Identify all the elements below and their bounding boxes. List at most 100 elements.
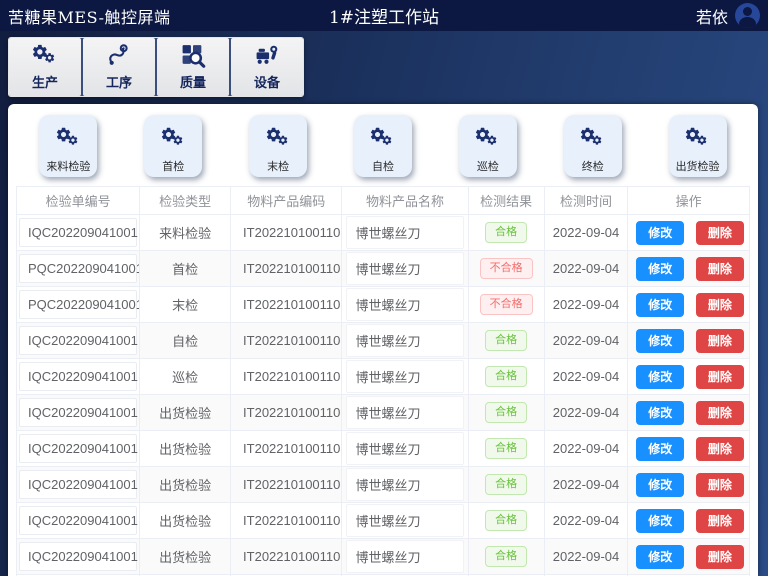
result-badge: 不合格 [480, 258, 533, 279]
inspection-order-no: IQC202209041001 [19, 398, 137, 427]
inspection-order-no: IQC202209041001 [19, 506, 137, 535]
inspection-date: 2022-09-04 [544, 503, 628, 539]
table-column-header: 检测时间 [544, 187, 628, 215]
delete-button[interactable]: 删除 [696, 329, 744, 353]
inspection-tab-button[interactable]: 自检 [354, 115, 412, 177]
edit-button[interactable]: 修改 [636, 365, 684, 389]
inspection-type: 自检 [140, 323, 231, 359]
delete-button[interactable]: 删除 [696, 401, 744, 425]
inspection-order-no: IQC202209041001 [19, 434, 137, 463]
result-badge: 合格 [485, 438, 527, 459]
inspection-order-no: PQC202209041001 [19, 290, 137, 319]
table-row: IQC202209041001 出货检验 IT2022101001101 博世螺… [17, 431, 750, 467]
inspection-date: 2022-09-04 [544, 323, 628, 359]
inspection-tab-label: 巡检 [477, 158, 499, 174]
inspection-type: 出货检验 [140, 503, 231, 539]
edit-button[interactable]: 修改 [636, 221, 684, 245]
inspection-order-no: IQC202209041001 [19, 542, 137, 571]
edit-button[interactable]: 修改 [636, 437, 684, 461]
inspection-table: 检验单编号 检验类型 物料产品编码 物料产品名称 检测结果 检测时间 操作 [16, 186, 750, 576]
inspection-order-no: IQC202209041001 [19, 362, 137, 391]
material-code: IT2022101001101 [231, 359, 342, 395]
delete-button[interactable]: 删除 [696, 473, 744, 497]
material-code: IT2022101001101 [231, 395, 342, 431]
material-code: IT2022101001101 [231, 503, 342, 539]
toolbar-button[interactable]: 工序 [83, 38, 155, 96]
edit-button[interactable]: 修改 [636, 329, 684, 353]
material-code: IT2022101001101 [231, 539, 342, 575]
inspection-date: 2022-09-04 [544, 467, 628, 503]
user-avatar-icon[interactable] [735, 3, 760, 28]
inspection-type: 出货检验 [140, 539, 231, 575]
toolbar-button[interactable]: 生产 [9, 38, 81, 96]
table-row: IQC202209041001 出货检验 IT2022101001101 博世螺… [17, 503, 750, 539]
result-badge: 合格 [485, 546, 527, 567]
edit-button[interactable]: 修改 [636, 293, 684, 317]
inspection-date: 2022-09-04 [544, 539, 628, 575]
inspection-order-no: IQC202209041001 [19, 218, 137, 247]
inspection-date: 2022-09-04 [544, 431, 628, 467]
table-row: IQC202209041001 出货检验 IT2022101001101 博世螺… [17, 395, 750, 431]
edit-button[interactable]: 修改 [636, 545, 684, 569]
gears-icon [684, 126, 711, 150]
inspection-order-no: IQC202209041001 [19, 326, 137, 355]
material-code: IT2022101001101 [231, 215, 342, 251]
table-row: PQC202209041001 首检 IT2022101001101 博世螺丝刀… [17, 251, 750, 287]
inspection-tab-button[interactable]: 来料检验 [39, 115, 97, 177]
table-row: IQC202209041001 出货检验 IT2022101001101 博世螺… [17, 467, 750, 503]
topbar: 苦糖果MES-触控屏端 1#注塑工作站 若依 [0, 0, 768, 31]
table-column-header: 检验类型 [140, 187, 231, 215]
username: 若依 [696, 4, 728, 28]
material-name: 博世螺丝刀 [346, 216, 463, 249]
inspection-tab-button[interactable]: 出货检验 [669, 115, 727, 177]
inspection-tab-button[interactable]: 终检 [564, 115, 622, 177]
delete-button[interactable]: 删除 [696, 437, 744, 461]
delete-button[interactable]: 删除 [696, 545, 744, 569]
inspection-tabs: 来料检验 首检 末检 自检 巡检 终检 [16, 115, 750, 177]
gears-icon [369, 126, 396, 150]
inspection-tab-button[interactable]: 巡检 [459, 115, 517, 177]
material-name: 博世螺丝刀 [346, 324, 463, 357]
edit-button[interactable]: 修改 [636, 401, 684, 425]
inspection-type: 出货检验 [140, 467, 231, 503]
result-badge: 合格 [485, 402, 527, 423]
module-toolbar: 生产 工序 质量 设备 [8, 37, 304, 97]
inspection-tab-button[interactable]: 首检 [144, 115, 202, 177]
inspection-order-no: IQC202209041001 [19, 470, 137, 499]
delete-button[interactable]: 删除 [696, 257, 744, 281]
material-name: 博世螺丝刀 [346, 468, 463, 501]
delete-button[interactable]: 删除 [696, 509, 744, 533]
delete-button[interactable]: 删除 [696, 365, 744, 389]
inspection-tab-button[interactable]: 末检 [249, 115, 307, 177]
inspection-date: 2022-09-04 [544, 359, 628, 395]
result-badge: 合格 [485, 366, 527, 387]
material-code: IT2022101001101 [231, 431, 342, 467]
production-gears-icon [31, 43, 59, 68]
edit-button[interactable]: 修改 [636, 509, 684, 533]
inspection-type: 出货检验 [140, 395, 231, 431]
toolbar-button-label: 生产 [32, 72, 58, 91]
delete-button[interactable]: 删除 [696, 221, 744, 245]
user-area: 若依 [696, 3, 760, 28]
equipment-machine-icon [253, 43, 281, 68]
edit-button[interactable]: 修改 [636, 257, 684, 281]
material-name: 博世螺丝刀 [346, 252, 463, 285]
toolbar-button[interactable]: 质量 [157, 38, 229, 96]
content-panel: 来料检验 首检 末检 自检 巡检 终检 [8, 104, 758, 576]
gears-icon [474, 126, 501, 150]
app-title: 苦糖果MES-触控屏端 [8, 4, 171, 28]
edit-button[interactable]: 修改 [636, 473, 684, 497]
material-code: IT2022101001101 [231, 323, 342, 359]
inspection-tab-label: 末检 [267, 158, 289, 174]
toolbar-button-label: 工序 [106, 72, 132, 91]
inspection-type: 来料检验 [140, 215, 231, 251]
result-badge: 不合格 [480, 294, 533, 315]
table-row: IQC202209041001 来料检验 IT2022101001101 博世螺… [17, 215, 750, 251]
table-column-header: 检验单编号 [17, 187, 140, 215]
delete-button[interactable]: 删除 [696, 293, 744, 317]
result-badge: 合格 [485, 510, 527, 531]
result-badge: 合格 [485, 222, 527, 243]
toolbar-button[interactable]: 设备 [231, 38, 303, 96]
material-name: 博世螺丝刀 [346, 504, 463, 537]
table-column-header: 物料产品编码 [231, 187, 342, 215]
